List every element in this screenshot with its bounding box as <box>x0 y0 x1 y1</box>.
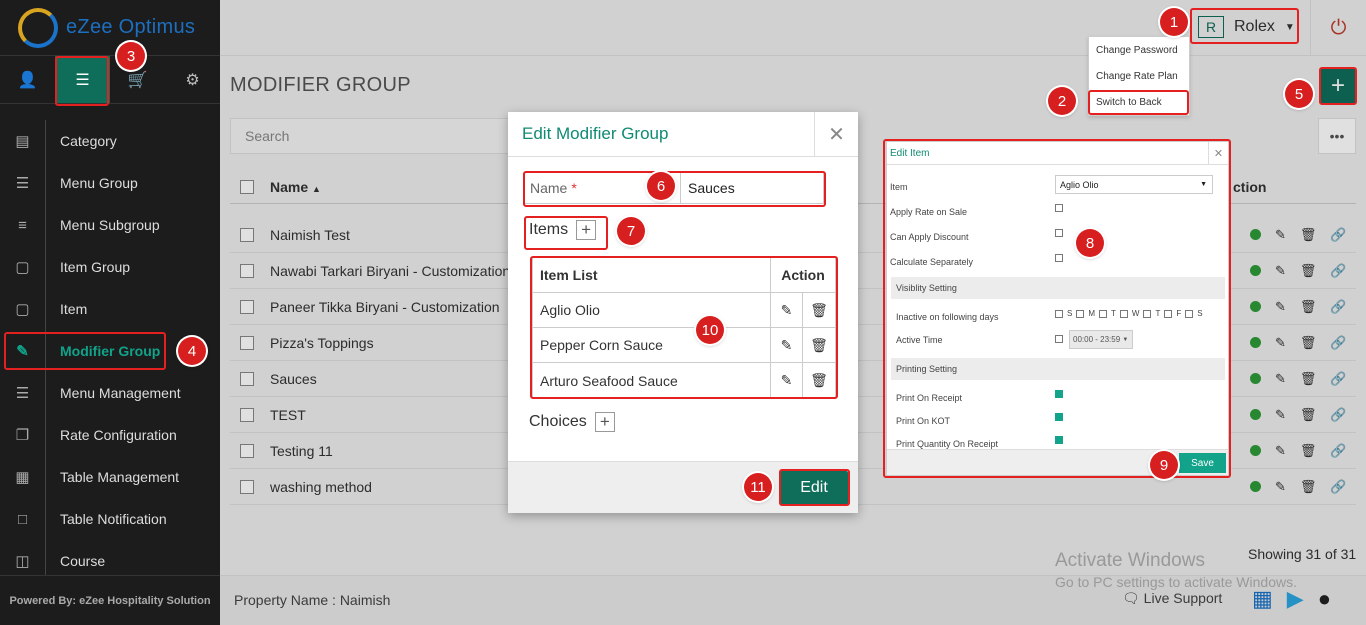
sidebar-item-category[interactable]: ▤ Category <box>0 120 220 162</box>
highlight-switch-to-back <box>1088 90 1189 115</box>
annotation-8: 8 <box>1076 229 1104 257</box>
sidebar-item-label: Rate Configuration <box>60 427 177 443</box>
sidebar-item-table-management[interactable]: ▦ Table Management <box>0 456 220 498</box>
sidebar-item-label: Category <box>60 133 117 149</box>
logo: eZee Optimus <box>0 0 220 56</box>
sidebar-top-nav: 👤 ☰ 🛒 ⚙ <box>0 56 220 104</box>
annotation-3: 3 <box>117 42 145 70</box>
annotation-4: 4 <box>178 337 206 365</box>
powered-by: Powered By: eZee Hospitality Solution <box>0 575 220 625</box>
category-icon: ▤ <box>15 133 30 150</box>
menu-item-change-password[interactable]: Change Password <box>1089 37 1189 63</box>
sidebar-item-item[interactable]: ▢ Item <box>0 288 220 330</box>
course-icon: ◫ <box>15 553 30 570</box>
add-choice-icon[interactable]: + <box>594 412 615 432</box>
sidebar-item-item-group[interactable]: ▢ Item Group <box>0 246 220 288</box>
sidebar: eZee Optimus 👤 ☰ 🛒 ⚙ ▤ Category ☰ Menu Gro… <box>0 0 220 625</box>
annotation-1: 1 <box>1160 8 1188 36</box>
sidebar-item-menu-management[interactable]: ☰ Menu Management <box>0 372 220 414</box>
sidebar-item-label: Menu Management <box>60 385 181 401</box>
highlight-modifier-group <box>4 332 166 370</box>
highlight-item-list <box>530 256 838 399</box>
rate-icon: ❐ <box>15 427 30 444</box>
sidebar-item-label: Item Group <box>60 259 131 275</box>
annotation-5: 5 <box>1285 80 1313 108</box>
sublist-icon: ≡ <box>18 216 27 234</box>
annotation-6: 6 <box>647 172 675 200</box>
annotation-2: 2 <box>1048 87 1076 115</box>
highlight-edit-button <box>779 469 850 506</box>
choices-section: Choices + <box>529 412 615 432</box>
highlight-add-button <box>1319 67 1357 105</box>
highlight-edit-item-panel <box>883 139 1231 478</box>
highlight-menu-tab <box>55 56 109 106</box>
sidebar-item-menu-subgroup[interactable]: ≡ Menu Subgroup <box>0 204 220 246</box>
sidebar-item-label: Table Notification <box>60 511 167 527</box>
close-icon[interactable]: ✕ <box>814 112 858 156</box>
sidebar-item-label: Menu Subgroup <box>60 217 160 233</box>
chat-icon: □ <box>17 510 28 528</box>
menu-lines-icon: ☰ <box>15 385 30 402</box>
sidebar-item-table-notification[interactable]: □ Table Notification <box>0 498 220 540</box>
annotation-10: 10 <box>696 316 724 344</box>
box-icon: ▢ <box>15 259 30 276</box>
windows-activation-watermark: Activate Windows Go to PC settings to ac… <box>1055 550 1297 590</box>
annotation-7: 7 <box>617 217 645 245</box>
annotation-11: 11 <box>744 473 772 501</box>
user-icon[interactable]: 👤 <box>0 56 55 103</box>
choices-label: Choices <box>529 413 587 430</box>
sidebar-item-label: Table Management <box>60 469 180 485</box>
sidebar-item-label: Item <box>60 301 88 317</box>
modal-title: Edit Modifier Group <box>522 124 669 143</box>
list-icon: ☰ <box>15 175 30 192</box>
logo-icon <box>18 7 58 48</box>
box-icon: ▢ <box>15 301 30 318</box>
sidebar-item-label: Course <box>60 553 106 569</box>
modal-header: Edit Modifier Group ✕ <box>508 112 858 157</box>
sidebar-item-rate-configuration[interactable]: ❐ Rate Configuration <box>0 414 220 456</box>
highlight-user-menu <box>1190 8 1299 44</box>
menu-item-change-rate-plan[interactable]: Change Rate Plan <box>1089 63 1189 89</box>
sidebar-item-menu-group[interactable]: ☰ Menu Group <box>0 162 220 204</box>
logo-text: eZee Optimus <box>66 16 196 38</box>
gear-icon[interactable]: ⚙ <box>165 56 220 103</box>
highlight-items <box>524 216 608 250</box>
sidebar-item-label: Menu Group <box>60 175 138 191</box>
annotation-9: 9 <box>1150 451 1178 479</box>
grid-icon: ▦ <box>15 469 30 486</box>
